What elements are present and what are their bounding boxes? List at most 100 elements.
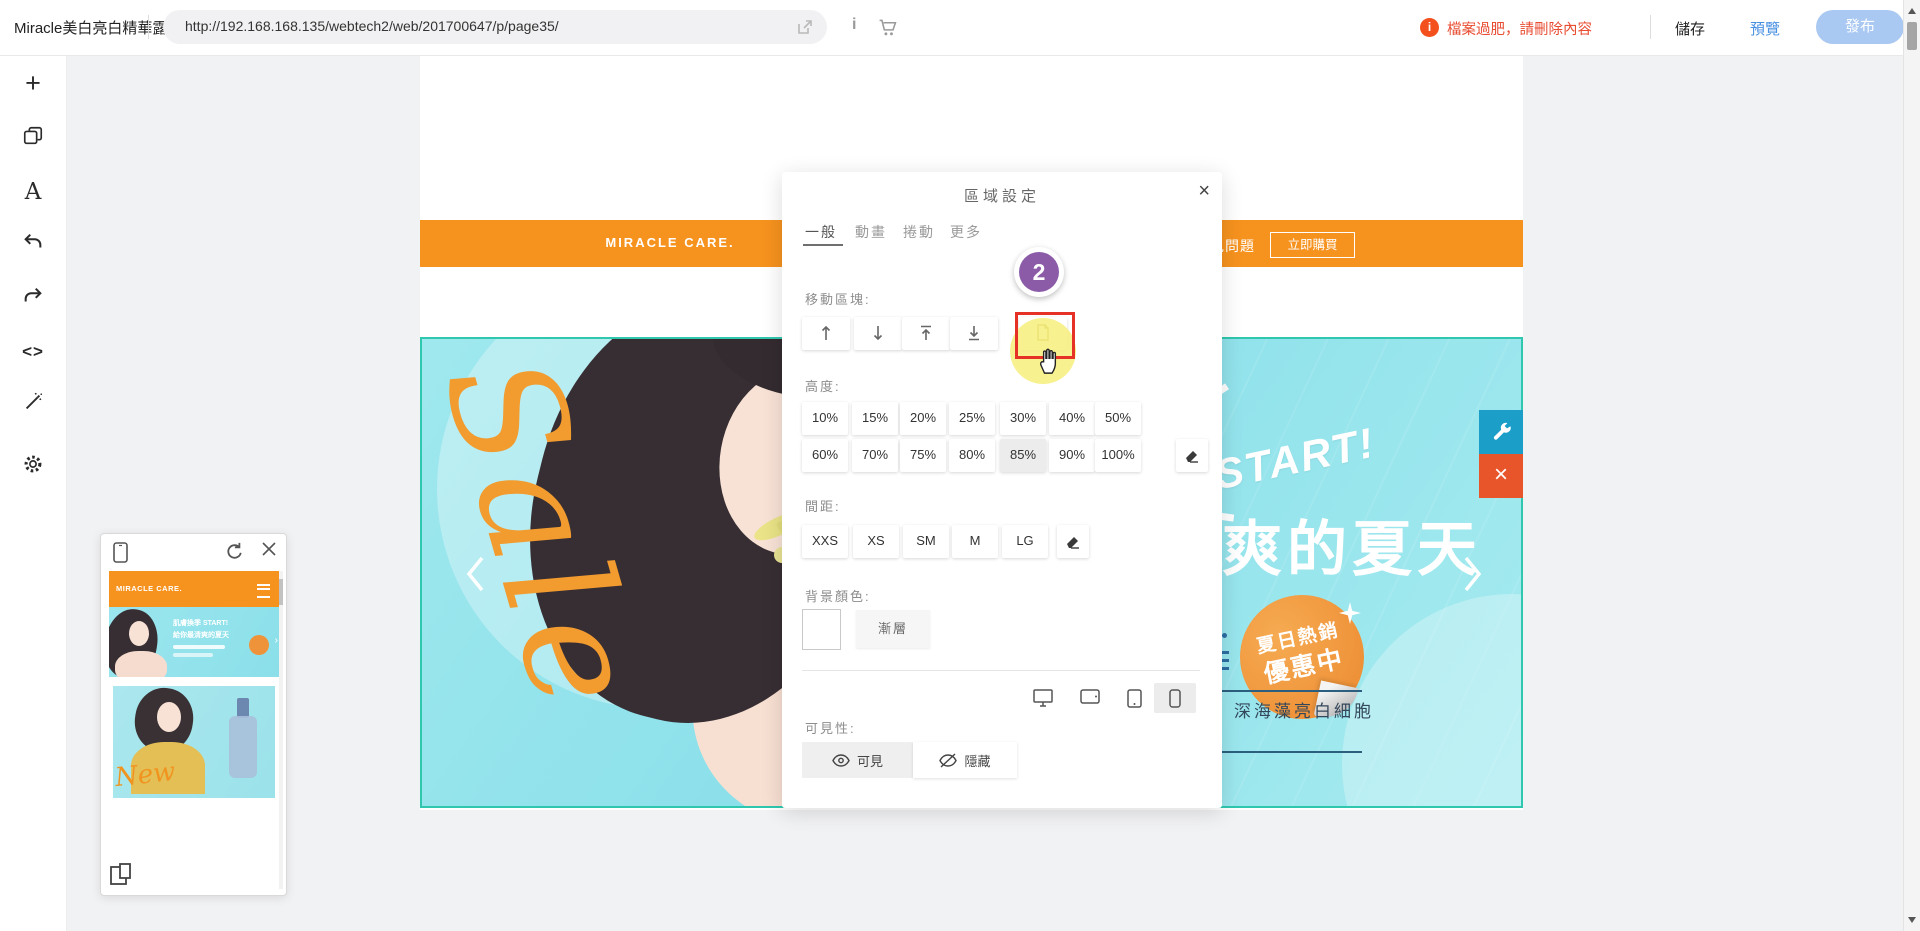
preview-text-bar: [173, 653, 213, 657]
preview-model: [129, 621, 149, 646]
undo-icon: [22, 231, 44, 253]
text-tool-button[interactable]: A: [0, 177, 66, 211]
device-mobile-button[interactable]: [1154, 683, 1196, 713]
tab-animation[interactable]: 動畫: [855, 222, 887, 242]
publish-button[interactable]: 發布: [1816, 10, 1904, 44]
device-tablet-portrait-button[interactable]: [1113, 683, 1155, 713]
height-80[interactable]: 80%: [949, 439, 995, 472]
height-15[interactable]: 15%: [852, 402, 898, 435]
preview-button[interactable]: 預覽: [1750, 18, 1780, 39]
height-85-selected[interactable]: 85%: [1000, 439, 1046, 472]
active-tab-underline: [803, 244, 843, 246]
prev-arrow[interactable]: [464, 555, 486, 593]
cart-icon[interactable]: [878, 18, 897, 37]
gradient-button[interactable]: 漸層: [856, 610, 930, 648]
height-20[interactable]: 20%: [900, 402, 946, 435]
device-switch-icon[interactable]: [109, 862, 135, 888]
height-50[interactable]: 50%: [1095, 402, 1141, 435]
block-delete-button[interactable]: ×: [1479, 454, 1523, 498]
info-icon[interactable]: i: [852, 16, 856, 34]
save-button[interactable]: 儲存: [1675, 18, 1705, 39]
height-60[interactable]: 60%: [802, 439, 848, 472]
preview-hero-line1: 肌膚換季 START!: [173, 618, 228, 628]
preview-scrollbar[interactable]: [279, 571, 283, 889]
buy-now-button[interactable]: 立即購買: [1270, 232, 1355, 258]
preview-model: [157, 702, 181, 732]
tool-sidebar: + A <>: [0, 55, 67, 931]
device-desktop-button[interactable]: [1022, 683, 1064, 713]
magic-wand-icon: [22, 391, 44, 413]
undo-button[interactable]: [0, 231, 66, 265]
settings-button[interactable]: [0, 453, 66, 487]
spacing-m[interactable]: M: [952, 525, 998, 558]
window-scrollbar[interactable]: [1903, 0, 1920, 931]
mobile-icon: [1169, 689, 1181, 708]
spacing-clear-button[interactable]: [1057, 525, 1089, 558]
preview-text-bar: [173, 645, 225, 649]
close-icon[interactable]: [261, 541, 277, 557]
scrollbar-thumb[interactable]: [1907, 22, 1917, 50]
text-icon: A: [25, 179, 42, 205]
spacing-lg[interactable]: LG: [1002, 525, 1048, 558]
height-70[interactable]: 70%: [852, 439, 898, 472]
preview-scrollbar-thumb[interactable]: [279, 579, 283, 605]
tablet-landscape-icon: [1080, 689, 1100, 704]
device-tablet-landscape-button[interactable]: [1069, 683, 1111, 713]
preview-navbar: MIRACLE CARE.: [109, 571, 279, 607]
list-dash: [1222, 651, 1229, 654]
move-up-button[interactable]: [802, 317, 850, 350]
step-number: 2: [1019, 252, 1059, 292]
color-swatch[interactable]: [802, 609, 841, 650]
tab-general[interactable]: 一般: [805, 222, 837, 242]
refresh-icon[interactable]: [225, 542, 243, 560]
tab-scroll[interactable]: 捲動: [903, 222, 935, 242]
eraser-icon: [1184, 447, 1200, 463]
spacing-xs[interactable]: XS: [853, 525, 899, 558]
annotation-step-badge: 2: [1014, 247, 1064, 297]
height-100[interactable]: 100%: [1095, 439, 1141, 472]
plus-icon: +: [25, 68, 41, 98]
move-to-top-button[interactable]: [902, 317, 950, 350]
eye-off-icon: [939, 753, 957, 768]
spacing-sm[interactable]: SM: [903, 525, 949, 558]
list-dash: [1222, 659, 1229, 662]
move-down-button[interactable]: [854, 317, 902, 350]
tablet-portrait-icon: [1127, 689, 1142, 708]
list-dot: [1222, 633, 1227, 638]
duplicate-button[interactable]: [0, 125, 66, 159]
move-to-bottom-button[interactable]: [950, 317, 998, 350]
height-25[interactable]: 25%: [949, 402, 995, 435]
arrow-down-icon: [872, 324, 884, 342]
height-75[interactable]: 75%: [900, 439, 946, 472]
eraser-icon: [1065, 533, 1081, 549]
tab-more[interactable]: 更多: [950, 222, 982, 242]
duplicate-icon: [22, 125, 44, 147]
visibility-label: 可見性:: [805, 718, 856, 737]
external-link-icon[interactable]: [797, 19, 813, 35]
visible-button[interactable]: 可見: [802, 742, 913, 778]
block-settings-button[interactable]: [1479, 410, 1523, 454]
wrench-icon: [1489, 420, 1513, 444]
warning-icon: i: [1420, 18, 1439, 37]
code-icon: <>: [22, 342, 44, 361]
height-10[interactable]: 10%: [802, 402, 848, 435]
gear-icon: [22, 453, 44, 475]
url-bar[interactable]: http://192.168.168.135/webtech2/web/2017…: [163, 10, 827, 44]
divider: [1650, 15, 1651, 39]
height-clear-button[interactable]: [1176, 439, 1208, 472]
add-element-button[interactable]: +: [0, 68, 66, 102]
hidden-button[interactable]: 隱藏: [913, 742, 1017, 778]
height-90[interactable]: 90%: [1049, 439, 1095, 472]
code-button[interactable]: <>: [0, 337, 66, 371]
scroll-up-arrow[interactable]: [1908, 8, 1916, 14]
background-color-label: 背景顏色:: [805, 586, 871, 605]
magic-wand-button[interactable]: [0, 391, 66, 425]
spacing-xxs[interactable]: XXS: [802, 525, 848, 558]
arrow-to-top-icon: [920, 324, 932, 342]
height-40[interactable]: 40%: [1049, 402, 1095, 435]
height-30[interactable]: 30%: [1000, 402, 1046, 435]
redo-button[interactable]: [0, 285, 66, 319]
scroll-down-arrow[interactable]: [1908, 917, 1916, 923]
modal-close-icon[interactable]: ×: [1198, 180, 1210, 203]
preview-promo-badge: [249, 635, 269, 655]
